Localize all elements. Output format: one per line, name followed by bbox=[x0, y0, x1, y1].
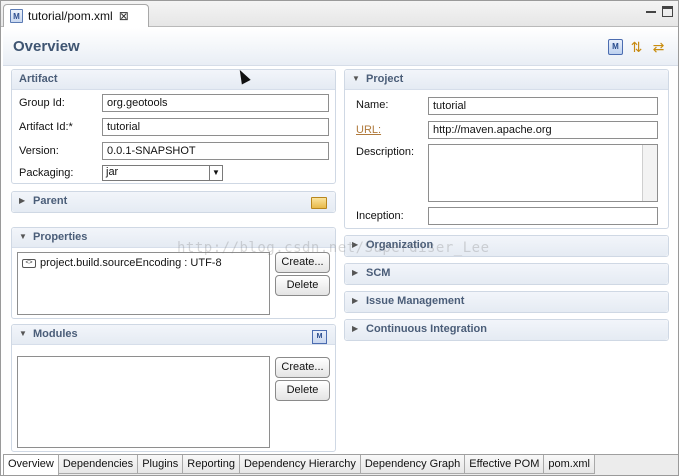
continuous-integration-section[interactable]: ▶ Continuous Integration bbox=[344, 319, 669, 341]
modules-section-header[interactable]: ▼ Modules bbox=[12, 325, 335, 345]
page-title: Overview bbox=[13, 38, 80, 55]
collapse-arrow-icon[interactable]: ▼ bbox=[19, 232, 29, 242]
refresh-icon[interactable]: ⇅ bbox=[629, 39, 644, 55]
close-icon[interactable]: ⊠ bbox=[119, 9, 129, 23]
properties-delete-button[interactable]: Delete bbox=[275, 275, 330, 296]
version-field[interactable]: 0.0.1-SNAPSHOT bbox=[102, 142, 329, 160]
editor-tab-pom[interactable]: M tutorial/pom.xml ⊠ bbox=[3, 4, 149, 27]
artifact-section-title: Artifact bbox=[19, 73, 58, 85]
open-folder-icon[interactable] bbox=[311, 197, 327, 209]
parent-section[interactable]: ▶ Parent bbox=[11, 191, 336, 213]
add-module-icon[interactable]: M bbox=[312, 330, 327, 344]
maven-pom-icon: M bbox=[10, 9, 23, 23]
artifact-id-field[interactable]: tutorial bbox=[102, 118, 329, 136]
artifact-id-label: Artifact Id:* bbox=[19, 121, 73, 133]
properties-section-title: Properties bbox=[33, 231, 88, 243]
show-pom-icon[interactable]: M bbox=[608, 39, 623, 55]
project-section: ▼ Project Name: tutorial URL: http://mav… bbox=[344, 69, 669, 229]
packaging-select[interactable]: jar ▼ bbox=[102, 165, 223, 181]
collapse-arrow-icon[interactable]: ▼ bbox=[19, 329, 29, 339]
tab-reporting[interactable]: Reporting bbox=[183, 455, 240, 474]
tab-dependency-hierarchy[interactable]: Dependency Hierarchy bbox=[239, 455, 361, 474]
scm-section-header[interactable]: ▶ SCM bbox=[345, 264, 668, 284]
editor-tab-strip: M tutorial/pom.xml ⊠ bbox=[1, 1, 678, 27]
url-link[interactable]: URL: bbox=[356, 124, 381, 136]
version-label: Version: bbox=[19, 145, 59, 157]
packaging-label: Packaging: bbox=[19, 167, 74, 179]
group-id-field[interactable]: org.geotools bbox=[102, 94, 329, 112]
project-section-title: Project bbox=[366, 73, 404, 85]
continuous-integration-section-title: Continuous Integration bbox=[366, 323, 487, 335]
page-tab-bar: Overview Dependencies Plugins Reporting … bbox=[3, 454, 678, 475]
expand-arrow-icon[interactable]: ▶ bbox=[352, 296, 362, 306]
scm-section-title: SCM bbox=[366, 267, 391, 279]
issue-management-section[interactable]: ▶ Issue Management bbox=[344, 291, 669, 313]
expand-arrow-icon[interactable]: ▶ bbox=[352, 268, 362, 278]
properties-section: ▼ Properties <> project.build.sourceEnco… bbox=[11, 227, 336, 319]
tab-dependencies[interactable]: Dependencies bbox=[58, 455, 139, 474]
properties-section-header[interactable]: ▼ Properties bbox=[12, 228, 335, 248]
modules-list[interactable] bbox=[17, 356, 270, 448]
parent-section-header[interactable]: ▶ Parent bbox=[12, 192, 335, 212]
form-header: Overview M ⇅ ⇄ bbox=[3, 28, 678, 66]
dropdown-arrow-icon[interactable]: ▼ bbox=[209, 166, 222, 180]
organization-section-header[interactable]: ▶ Organization bbox=[345, 236, 668, 256]
properties-create-button[interactable]: Create... bbox=[275, 252, 330, 273]
expand-arrow-icon[interactable]: ▶ bbox=[352, 324, 362, 334]
expand-arrow-icon[interactable]: ▶ bbox=[352, 240, 362, 250]
group-id-label: Group Id: bbox=[19, 97, 65, 109]
inception-field[interactable] bbox=[428, 207, 658, 225]
description-field[interactable] bbox=[428, 144, 658, 202]
name-field[interactable]: tutorial bbox=[428, 97, 658, 115]
tab-effective-pom[interactable]: Effective POM bbox=[465, 455, 545, 474]
modules-section: ▼ Modules M Create... Delete bbox=[11, 324, 336, 452]
sync-icon[interactable]: ⇄ bbox=[651, 39, 666, 55]
scm-section[interactable]: ▶ SCM bbox=[344, 263, 669, 285]
project-section-header[interactable]: ▼ Project bbox=[345, 70, 668, 90]
modules-delete-button[interactable]: Delete bbox=[275, 380, 330, 401]
modules-create-button[interactable]: Create... bbox=[275, 357, 330, 378]
property-icon: <> bbox=[22, 258, 36, 268]
artifact-section: Artifact Group Id: org.geotools Artifact… bbox=[11, 69, 336, 184]
properties-list[interactable]: <> project.build.sourceEncoding : UTF-8 bbox=[17, 252, 270, 315]
minimize-icon[interactable] bbox=[646, 5, 657, 16]
list-item[interactable]: <> project.build.sourceEncoding : UTF-8 bbox=[22, 257, 222, 269]
organization-section[interactable]: ▶ Organization bbox=[344, 235, 669, 257]
editor-tab-title: tutorial/pom.xml bbox=[28, 9, 113, 23]
tab-dependency-graph[interactable]: Dependency Graph bbox=[360, 455, 466, 474]
name-label: Name: bbox=[356, 99, 389, 111]
editor-window: M tutorial/pom.xml ⊠ Overview M ⇅ ⇄ Arti… bbox=[0, 0, 679, 476]
expand-arrow-icon[interactable]: ▶ bbox=[19, 196, 29, 206]
modules-section-title: Modules bbox=[33, 328, 78, 340]
tab-plugins[interactable]: Plugins bbox=[138, 455, 184, 474]
property-text: project.build.sourceEncoding : UTF-8 bbox=[40, 257, 222, 269]
collapse-arrow-icon[interactable]: ▼ bbox=[352, 74, 362, 84]
maximize-icon[interactable] bbox=[662, 6, 673, 17]
tab-overview[interactable]: Overview bbox=[3, 454, 59, 475]
packaging-value: jar bbox=[106, 166, 119, 178]
url-field[interactable]: http://maven.apache.org bbox=[428, 121, 658, 139]
parent-section-title: Parent bbox=[33, 195, 68, 207]
tab-pom-xml[interactable]: pom.xml bbox=[544, 455, 595, 474]
issue-management-section-title: Issue Management bbox=[366, 295, 465, 307]
issue-management-section-header[interactable]: ▶ Issue Management bbox=[345, 292, 668, 312]
continuous-integration-section-header[interactable]: ▶ Continuous Integration bbox=[345, 320, 668, 340]
artifact-section-header: Artifact bbox=[12, 70, 335, 90]
organization-section-title: Organization bbox=[366, 239, 434, 251]
inception-label: Inception: bbox=[356, 210, 404, 222]
description-label: Description: bbox=[356, 146, 415, 158]
scrollbar[interactable] bbox=[642, 145, 657, 201]
